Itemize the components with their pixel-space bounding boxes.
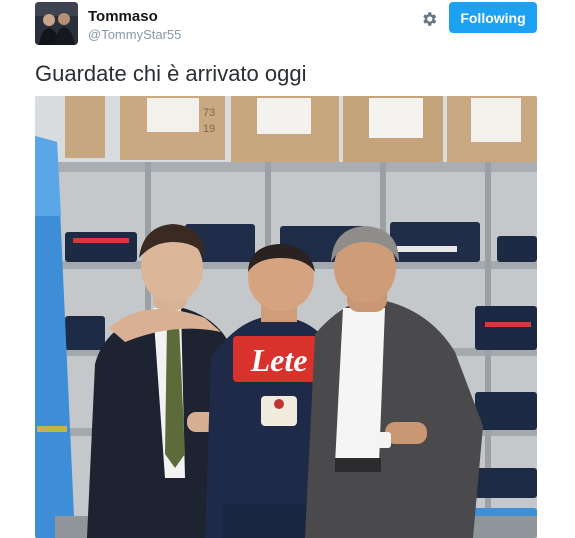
box-mark-2: 19	[203, 123, 215, 135]
user-handle[interactable]: @TommyStar55	[88, 27, 181, 42]
user-avatar[interactable]	[35, 2, 78, 45]
gear-icon[interactable]	[418, 8, 440, 30]
photo-illustration: 73 19 Lete	[35, 96, 537, 538]
shirt-sponsor-text: Lete	[250, 342, 308, 378]
avatar-image	[35, 2, 78, 45]
following-button[interactable]: Following	[449, 2, 537, 33]
box-mark-1: 73	[203, 107, 215, 119]
tweet-photo[interactable]: 73 19 Lete	[35, 96, 537, 538]
tweet-text: Guardate chi è arrivato oggi	[35, 61, 307, 86]
user-display-name[interactable]: Tommaso	[88, 8, 158, 25]
